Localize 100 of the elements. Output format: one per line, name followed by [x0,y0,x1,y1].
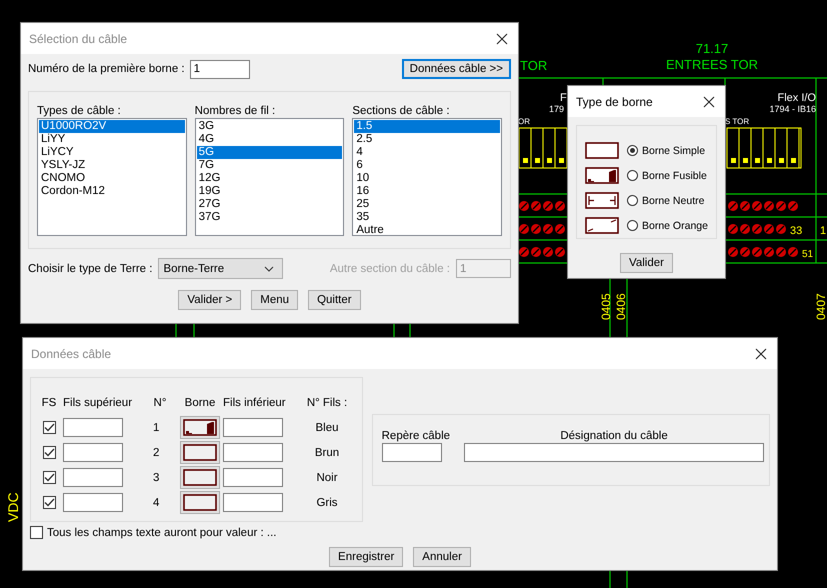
list-box[interactable]: U1000RO2V LiYY LiYCY YSLY-JZ CNOMO Cordon-M12 [37,118,187,236]
terminal-icon [585,167,619,184]
terminal-icon [183,444,217,461]
row-number: 4 [152,496,160,508]
schematic-label: 51 [802,249,814,260]
list-item[interactable]: 12G [196,172,342,185]
input-field[interactable] [223,443,283,462]
list-label: Nombres de fil : [194,104,276,118]
column-header: N° Fils : [306,396,348,410]
list-item[interactable]: CNOMO [39,172,185,185]
input-field[interactable] [464,443,764,462]
window-title: Type de borne [576,94,653,108]
close-icon[interactable] [755,348,767,360]
column-header: N° [152,396,168,410]
list-item[interactable]: 10 [354,172,500,185]
input-field[interactable] [382,443,442,462]
list-box[interactable]: 3G 4G 5G 7G 12G 19G 27G 37G [194,118,344,236]
radio-label: Borne Orange [642,220,708,232]
row-number: 2 [152,446,160,458]
input-field[interactable] [223,418,283,437]
radio-button[interactable] [627,170,638,181]
input-field[interactable]: 1 [190,60,250,78]
validate-button[interactable]: Valider [620,253,673,273]
input-field[interactable] [63,418,123,437]
chevron-icon [264,266,274,272]
schematic-label: 179 [549,104,564,114]
list-item[interactable]: 16 [354,185,500,198]
close-icon[interactable] [496,32,508,44]
list-item[interactable]: 6 [354,159,500,172]
checkbox[interactable] [42,421,56,434]
list-item[interactable]: 1.5 [354,120,500,133]
list-item[interactable]: 25 [354,198,500,211]
terminal-button[interactable] [180,441,220,464]
list-item[interactable]: YSLY-JZ [39,159,185,172]
schematic-label: 71.17 [696,41,728,56]
list-item[interactable]: 19G [196,185,342,198]
list-item[interactable]: LiYCY [39,146,185,159]
column-header: Fils inférieur [223,396,287,410]
list-label: Types de câble : [37,104,122,118]
list-item[interactable]: 5G [196,146,342,159]
io-module-drawing [518,128,570,168]
checkbox[interactable] [42,496,56,509]
terminal-strip-drawing [728,247,798,257]
radio-button[interactable] [627,220,638,231]
window-title: Sélection du câble [29,32,128,46]
input-field[interactable] [63,468,123,487]
column-header: Fils supérieur [63,396,134,410]
checkbox[interactable] [42,471,56,484]
list-item[interactable]: 4 [354,146,500,159]
terminal-icon [585,142,619,159]
list-item[interactable]: 27G [196,198,342,211]
terminal-strip-drawing [519,224,565,234]
cable-data-button[interactable]: Données câble >> [402,59,511,79]
terminal-icon [183,419,217,436]
list-item[interactable]: U1000RO2V [39,120,185,133]
field-label: Repère câble [382,430,450,442]
input-field[interactable] [63,443,123,462]
checkbox-label: Tous les champs texte auront pour valeur : ... [47,526,276,538]
row-number: 3 [152,472,160,484]
list-label: Sections de câble : [352,104,451,118]
input-field[interactable] [63,493,123,512]
close-icon[interactable] [703,96,715,108]
terminal-icon [585,192,619,209]
dialog-button[interactable]: Annuler [413,547,471,567]
terminal-button[interactable] [180,491,220,514]
list-item[interactable]: Cordon-M12 [39,185,185,198]
dialog-button[interactable]: Menu [251,290,298,310]
list-item[interactable]: 7G [196,159,342,172]
terminal-strip-drawing [728,201,798,211]
terminal-strip-drawing [519,201,565,211]
field-label: Choisir le type de Terre : [28,262,152,274]
dialog-button[interactable]: Valider > [178,290,242,310]
schematic-label: 0407 [814,293,827,320]
checkbox[interactable] [42,446,56,459]
radio-button[interactable] [627,195,638,206]
input-field[interactable] [223,493,283,512]
list-item[interactable]: 37G [196,211,342,224]
input-field[interactable] [223,468,283,487]
radio-button[interactable] [627,145,638,156]
list-item[interactable]: Autre [354,224,500,235]
window-title: Données câble [31,346,112,360]
wire-color: Gris [315,496,339,508]
checkbox[interactable] [30,526,43,539]
schematic-label: 0405 [599,293,613,320]
list-box[interactable]: 1.5 2.5 4 6 10 16 25 35 Autre [352,118,502,236]
list-item[interactable]: 3G [196,120,342,133]
schematic-label: F [560,92,567,104]
dialog-button[interactable]: Quitter [308,290,361,310]
field-label: Autre section du câble : [330,262,450,274]
list-item[interactable]: 35 [354,211,500,224]
dialog-button[interactable]: Enregistrer [329,547,404,567]
terminal-button[interactable] [180,466,220,489]
terminal-button[interactable] [180,416,220,439]
list-item[interactable]: LiYY [39,133,185,146]
list-item[interactable]: 2.5 [354,133,500,146]
earth-type-dropdown[interactable]: Borne-Terre [158,258,284,279]
column-header: FS [40,396,58,410]
radio-label: Borne Fusible [642,170,707,182]
schematic-label: 1794 - IB16 [769,104,816,114]
list-item[interactable]: 4G [196,133,342,146]
